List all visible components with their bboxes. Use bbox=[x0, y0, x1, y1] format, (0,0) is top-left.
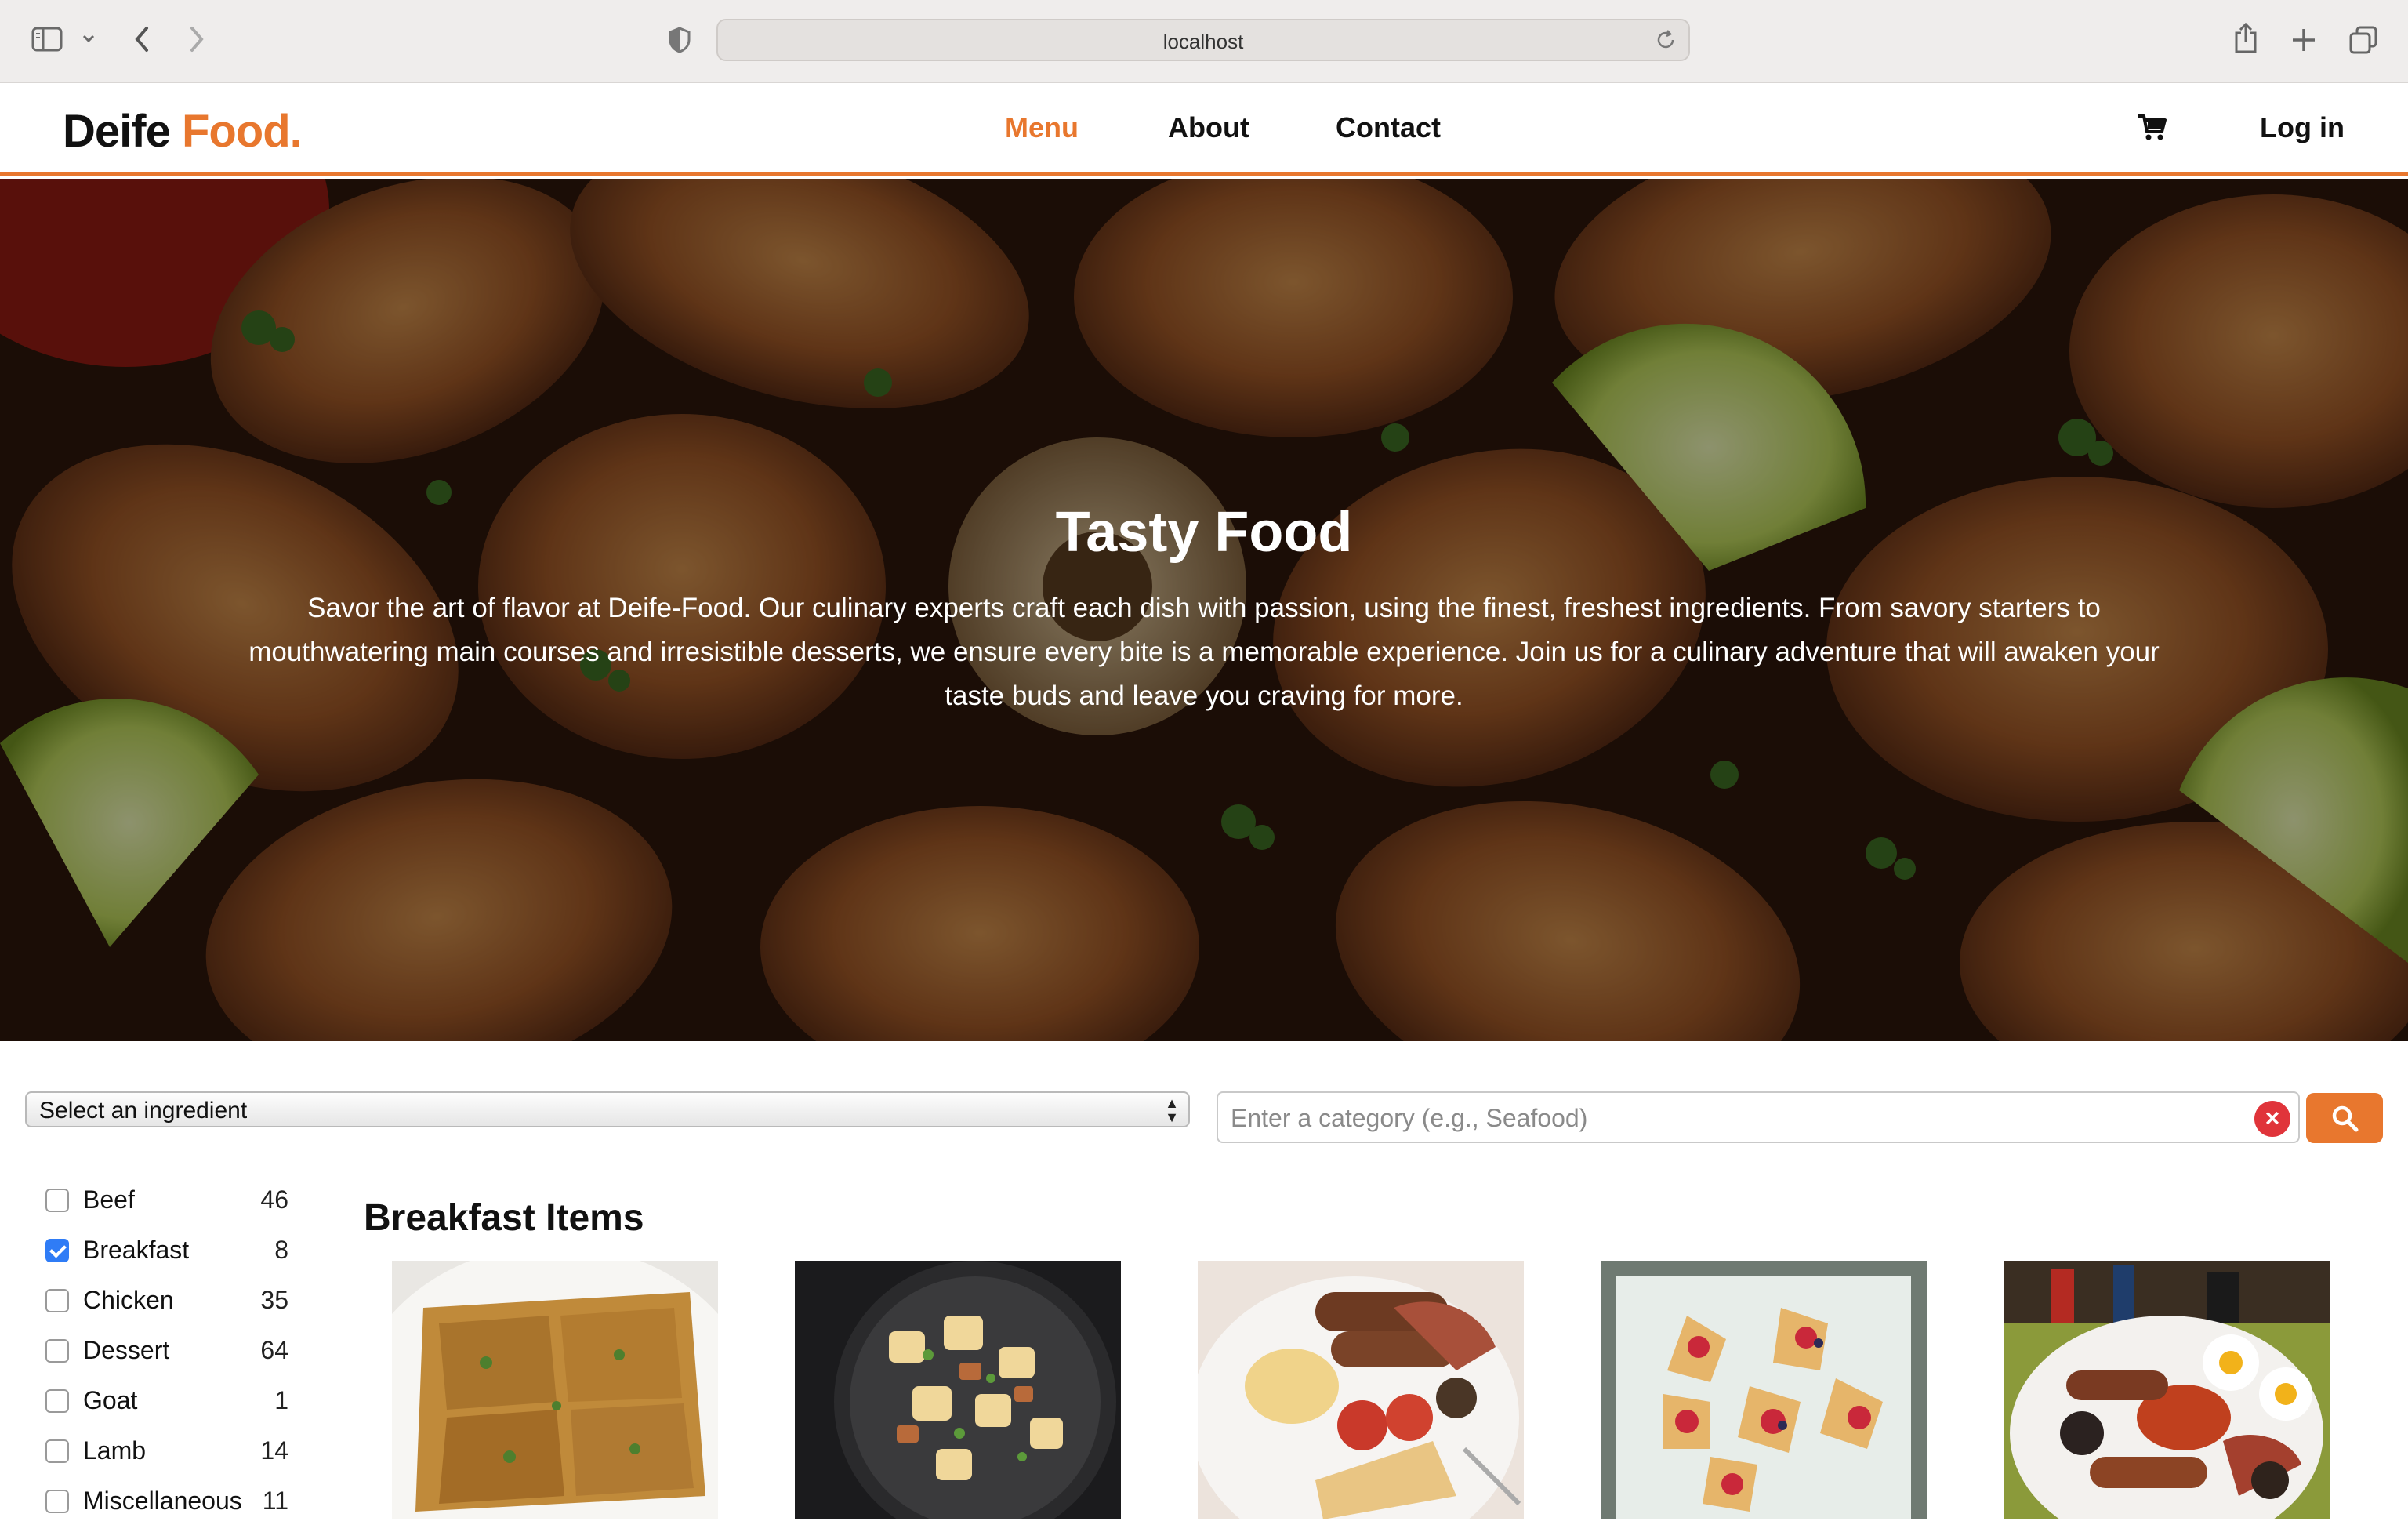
category-checkbox[interactable] bbox=[45, 1490, 69, 1513]
back-icon[interactable] bbox=[133, 25, 150, 57]
ingredient-select[interactable]: Select an ingredient ▲ ▼ bbox=[25, 1091, 1190, 1127]
category-checkbox[interactable] bbox=[45, 1439, 69, 1463]
category-count: 35 bbox=[260, 1286, 288, 1314]
food-image bbox=[795, 1261, 1121, 1519]
category-label: Goat bbox=[83, 1386, 138, 1414]
category-filter-list: Beef 46 Breakfast 8 Chicken 35 Dessert 6… bbox=[45, 1181, 288, 1532]
browser-toolbar: localhost bbox=[0, 0, 2408, 83]
food-image bbox=[1601, 1261, 1927, 1519]
ingredient-select-value: Select an ingredient bbox=[39, 1098, 248, 1124]
category-item-miscellaneous[interactable]: Miscellaneous 11 bbox=[45, 1482, 288, 1532]
logo-main: Deife bbox=[63, 106, 171, 157]
category-search-field[interactable]: × bbox=[1217, 1091, 2300, 1143]
food-image bbox=[392, 1261, 718, 1519]
search-button[interactable] bbox=[2306, 1093, 2383, 1143]
url-text: localhost bbox=[1162, 30, 1244, 53]
nav-menu[interactable]: Menu bbox=[1005, 111, 1079, 144]
breakfast-item-card[interactable] bbox=[392, 1261, 718, 1519]
category-item-dessert[interactable]: Dessert 64 bbox=[45, 1331, 288, 1381]
category-item-breakfast[interactable]: Breakfast 8 bbox=[45, 1231, 288, 1281]
category-label: Chicken bbox=[83, 1286, 174, 1314]
category-checkbox[interactable] bbox=[45, 1189, 69, 1212]
logo[interactable]: Deife Food. bbox=[63, 105, 303, 158]
search-icon bbox=[2332, 1105, 2359, 1132]
nav-contact[interactable]: Contact bbox=[1336, 111, 1441, 144]
category-checkbox[interactable] bbox=[45, 1389, 69, 1413]
sidebar-icon[interactable] bbox=[31, 27, 63, 56]
select-arrows-icon: ▲ ▼ bbox=[1165, 1095, 1179, 1125]
site-header: Deife Food. Menu About Contact Log in bbox=[0, 83, 2408, 176]
category-label: Beef bbox=[83, 1185, 135, 1214]
category-item-goat[interactable]: Goat 1 bbox=[45, 1381, 288, 1432]
forward-icon[interactable] bbox=[188, 25, 205, 57]
cart-icon[interactable] bbox=[2137, 113, 2168, 147]
category-item-beef[interactable]: Beef 46 bbox=[45, 1181, 288, 1231]
tabs-overview-icon[interactable] bbox=[2348, 25, 2378, 59]
category-count: 1 bbox=[274, 1386, 288, 1414]
nav-about[interactable]: About bbox=[1168, 111, 1249, 144]
food-image bbox=[1198, 1261, 1524, 1519]
category-checkbox[interactable] bbox=[45, 1339, 69, 1363]
section-title: Breakfast Items bbox=[364, 1197, 644, 1239]
category-label: Lamb bbox=[83, 1436, 147, 1465]
address-bar[interactable]: localhost bbox=[716, 19, 1690, 61]
category-checkbox[interactable] bbox=[45, 1239, 69, 1262]
category-count: 46 bbox=[260, 1185, 288, 1214]
chevron-down-icon[interactable] bbox=[82, 33, 96, 48]
logo-accent: Food. bbox=[181, 106, 303, 157]
category-label: Miscellaneous bbox=[83, 1487, 242, 1515]
new-tab-icon[interactable] bbox=[2290, 27, 2317, 57]
hero-description: Savor the art of flavor at Deife-Food. O… bbox=[248, 593, 2160, 711]
clear-icon[interactable]: × bbox=[2254, 1101, 2290, 1137]
category-label: Breakfast bbox=[83, 1236, 190, 1264]
category-item-chicken[interactable]: Chicken 35 bbox=[45, 1281, 288, 1331]
breakfast-item-card[interactable] bbox=[2004, 1261, 2330, 1519]
breakfast-item-card[interactable] bbox=[1198, 1261, 1524, 1519]
category-label: Dessert bbox=[83, 1336, 170, 1364]
category-item-lamb[interactable]: Lamb 14 bbox=[45, 1432, 288, 1482]
breakfast-item-card[interactable] bbox=[795, 1261, 1121, 1519]
category-count: 11 bbox=[262, 1487, 288, 1515]
reload-icon[interactable] bbox=[1654, 28, 1677, 56]
privacy-shield-icon[interactable] bbox=[668, 27, 691, 57]
category-count: 8 bbox=[274, 1236, 288, 1264]
category-count: 64 bbox=[260, 1336, 288, 1364]
food-image bbox=[2004, 1261, 2330, 1519]
hero-banner: Tasty Food Savor the art of flavor at De… bbox=[0, 179, 2408, 1041]
category-checkbox[interactable] bbox=[45, 1289, 69, 1312]
hero-title: Tasty Food bbox=[1055, 501, 1353, 564]
breakfast-item-card[interactable] bbox=[1601, 1261, 1927, 1519]
category-input[interactable] bbox=[1229, 1101, 2220, 1135]
login-link[interactable]: Log in bbox=[2260, 111, 2345, 144]
category-count: 14 bbox=[260, 1436, 288, 1465]
share-icon[interactable] bbox=[2232, 22, 2259, 59]
